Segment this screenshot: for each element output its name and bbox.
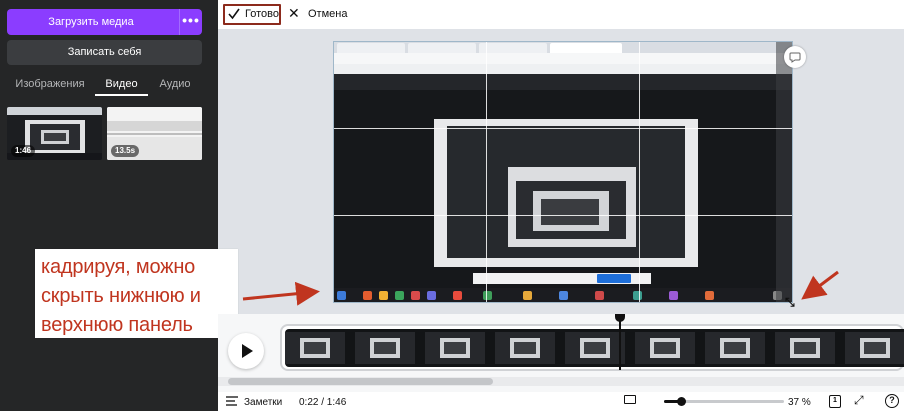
tab-audio[interactable]: Аудио — [157, 76, 193, 98]
playhead[interactable] — [619, 314, 621, 370]
video-thumbnail[interactable]: 13.5s — [107, 107, 202, 160]
upload-media-button[interactable]: Загрузить медиа ••• — [7, 9, 202, 35]
media-tabs: Изображения Видео Аудио — [0, 76, 218, 98]
scrollbar-thumb[interactable] — [228, 378, 493, 385]
cancel-label: Отмена — [308, 8, 348, 20]
editor-toolbar: Готово ✕ Отмена — [218, 0, 904, 29]
play-button[interactable] — [228, 333, 264, 369]
design-canvas: ⤡ — [218, 29, 904, 314]
annotation-callout: кадрируя, можно скрыть нижнюю и верхнюю … — [35, 249, 238, 338]
help-icon[interactable]: ? — [885, 394, 899, 408]
video-thumbnail[interactable]: 1:46 — [7, 107, 102, 160]
upload-media-label: Загрузить медиа — [48, 16, 134, 28]
close-icon: ✕ — [288, 5, 300, 21]
media-sidebar: Загрузить медиа ••• Записать себя Изобра… — [0, 0, 218, 411]
notes-icon — [226, 396, 238, 406]
timecode: 0:22 / 1:46 — [299, 397, 347, 408]
resize-icon[interactable]: ⤡ — [785, 295, 799, 309]
annotation-line: кадрируя, можно — [41, 256, 196, 278]
tab-images[interactable]: Изображения — [14, 76, 86, 98]
tab-videos[interactable]: Видео — [95, 76, 148, 98]
duration-badge: 1:46 — [11, 145, 36, 157]
screen-icon[interactable] — [624, 395, 636, 404]
editor-footer: Заметки 0:22 / 1:46 37 % 1 ⤢ ? — [218, 392, 904, 411]
duration-badge: 13.5s — [111, 145, 140, 157]
record-yourself-button[interactable]: Записать себя — [7, 40, 202, 65]
done-button[interactable]: Готово — [223, 4, 281, 25]
annotation-line: верхнюю панель — [41, 314, 193, 336]
check-icon — [228, 8, 240, 20]
fullscreen-icon[interactable]: ⤢ — [854, 394, 867, 407]
done-label: Готово — [245, 8, 279, 20]
play-icon — [242, 344, 253, 358]
zoom-slider[interactable] — [664, 397, 784, 406]
crop-frame — [333, 41, 793, 303]
notes-label: Заметки — [244, 397, 283, 408]
zoom-slider-knob[interactable] — [677, 397, 686, 406]
annotation-line: скрыть нижнюю и — [41, 285, 201, 307]
video-track-frames — [285, 329, 904, 367]
page-icon[interactable]: 1 — [829, 395, 841, 408]
zoom-percentage[interactable]: 37 % — [788, 397, 811, 408]
more-icon[interactable]: ••• — [180, 9, 202, 35]
comment-icon[interactable] — [784, 46, 806, 68]
timeline-scrollbar[interactable] — [218, 377, 904, 386]
